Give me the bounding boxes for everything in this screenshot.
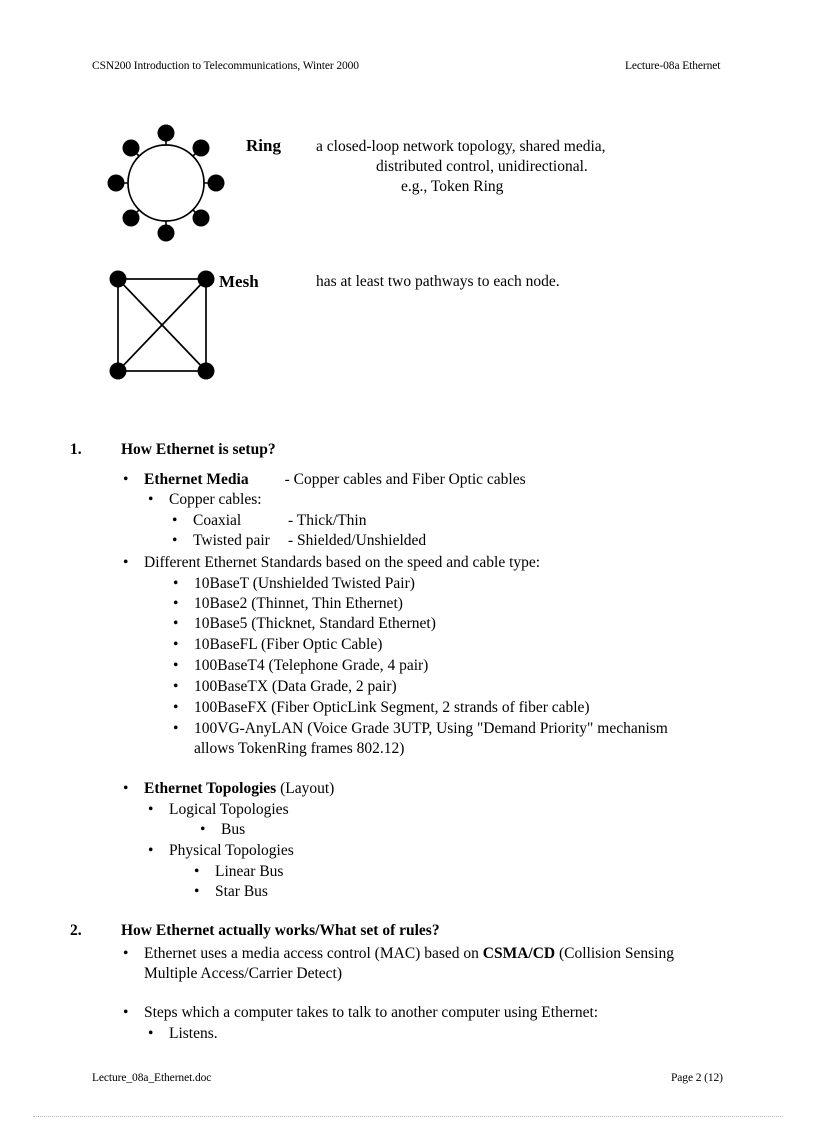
- list-item: 100BaseT4 (Telephone Grade, 4 pair): [194, 657, 429, 674]
- bullet-marker: [173, 574, 178, 594]
- list-item: Ethernet uses a media access control (MA…: [144, 944, 692, 984]
- bullet-marker: [173, 677, 178, 697]
- list-item: Twisted pair - Shielded/Unshielded: [193, 531, 426, 551]
- list-item-label: Ethernet Topologies: [144, 780, 277, 797]
- list-item: 10Base2 (Thinnet, Thin Ethernet): [194, 595, 403, 612]
- list-item-label: Twisted pair: [193, 532, 270, 549]
- topology-desc-ring-line-1: a closed-loop network topology, shared m…: [316, 138, 606, 155]
- mesh-topology-svg: [109, 270, 215, 380]
- bottom-divider: [33, 1116, 783, 1118]
- topology-desc-ring-line-2: distributed control, unidirectional.: [376, 158, 588, 175]
- bullet-marker: [123, 553, 128, 573]
- list-item-trailing: - Thick/Thin: [288, 512, 367, 529]
- topology-desc-ring-line-3: e.g., Token Ring: [401, 178, 504, 195]
- ring-circle: [127, 144, 205, 222]
- list-item-label: Coaxial: [193, 512, 242, 529]
- section-1-number: 1.: [70, 441, 82, 458]
- footer-filename: Lecture_08a_Ethernet.doc: [92, 1072, 212, 1084]
- bullet-marker: [173, 698, 178, 718]
- ring-topology-diagram: [100, 112, 232, 254]
- bullet-marker: [172, 531, 177, 551]
- topology-label-ring: Ring: [246, 136, 281, 155]
- list-item: Bus: [221, 821, 246, 838]
- list-item: 10Base5 (Thicknet, Standard Ethernet): [194, 615, 436, 632]
- bullet-marker: [173, 594, 178, 614]
- bullet-marker: [148, 800, 153, 820]
- list-item: Physical Topologies: [169, 842, 294, 859]
- list-item: 100VG-AnyLAN (Voice Grade 3UTP, Using "D…: [194, 720, 668, 757]
- ring-topology-svg: [107, 124, 225, 242]
- bullet-marker: [172, 511, 177, 531]
- mesh-topology-diagram: [107, 268, 217, 383]
- bullet-marker: [123, 470, 128, 490]
- topology-desc-mesh-line-1: has at least two pathways to each node.: [316, 273, 560, 290]
- list-item-trailing: - Copper cables and Fiber Optic cables: [284, 471, 526, 488]
- section-1-heading: How Ethernet is setup?: [121, 441, 276, 458]
- bullet-marker: [148, 490, 153, 510]
- bullet-marker: [173, 635, 178, 655]
- header-left-text: CSN200 Introduction to Telecommunication…: [92, 60, 359, 72]
- list-item: 10BaseFL (Fiber Optic Cable): [194, 636, 383, 653]
- list-item: Logical Topologies: [169, 801, 289, 818]
- list-item: 10BaseT (Unshielded Twisted Pair): [194, 575, 415, 592]
- bullet-marker: [148, 1024, 153, 1044]
- list-item: 100BaseTX (Data Grade, 2 pair): [194, 678, 397, 695]
- bullet-marker: [173, 719, 178, 739]
- bullet-marker: [194, 882, 199, 902]
- bullet-marker: [123, 1003, 128, 1023]
- footer-page-number: Page 2 (12): [671, 1072, 723, 1084]
- bullet-marker: [123, 944, 128, 964]
- bullet-marker: [148, 841, 153, 861]
- list-item: Ethernet Topologies (Layout): [144, 779, 334, 799]
- list-item-emphasis: CSMA/CD: [482, 945, 556, 962]
- topology-label-mesh: Mesh: [219, 272, 259, 291]
- list-item: Linear Bus: [215, 863, 284, 880]
- list-item: Listens.: [169, 1025, 218, 1042]
- list-item-label: Ethernet uses a media access control (MA…: [144, 945, 483, 962]
- list-item: Ethernet Media - Copper cables and Fiber …: [144, 470, 526, 490]
- bullet-marker: [173, 656, 178, 676]
- list-item: Different Ethernet Standards based on th…: [144, 554, 541, 571]
- list-item-label: Ethernet Media: [144, 471, 249, 488]
- section-2-number: 2.: [70, 922, 82, 939]
- list-item: Copper cables:: [169, 491, 262, 508]
- bullet-marker: [123, 779, 128, 799]
- list-item-trailing: - Shielded/Unshielded: [288, 532, 427, 549]
- document-page: CSN200 Introduction to Telecommunication…: [0, 0, 816, 1123]
- bullet-marker: [194, 862, 199, 882]
- list-item: 100BaseFX (Fiber OpticLink Segment, 2 st…: [194, 699, 590, 716]
- list-item: Star Bus: [215, 883, 268, 900]
- list-item-trailing: (Layout): [280, 780, 335, 797]
- section-2-heading: How Ethernet actually works/What set of …: [121, 922, 440, 939]
- header-right-text: Lecture-08a Ethernet: [625, 60, 721, 72]
- list-item: Steps which a computer takes to talk to …: [144, 1004, 599, 1021]
- bullet-marker: [200, 820, 205, 840]
- list-item: Coaxial - Thick/Thin: [193, 511, 367, 531]
- bullet-marker: [173, 614, 178, 634]
